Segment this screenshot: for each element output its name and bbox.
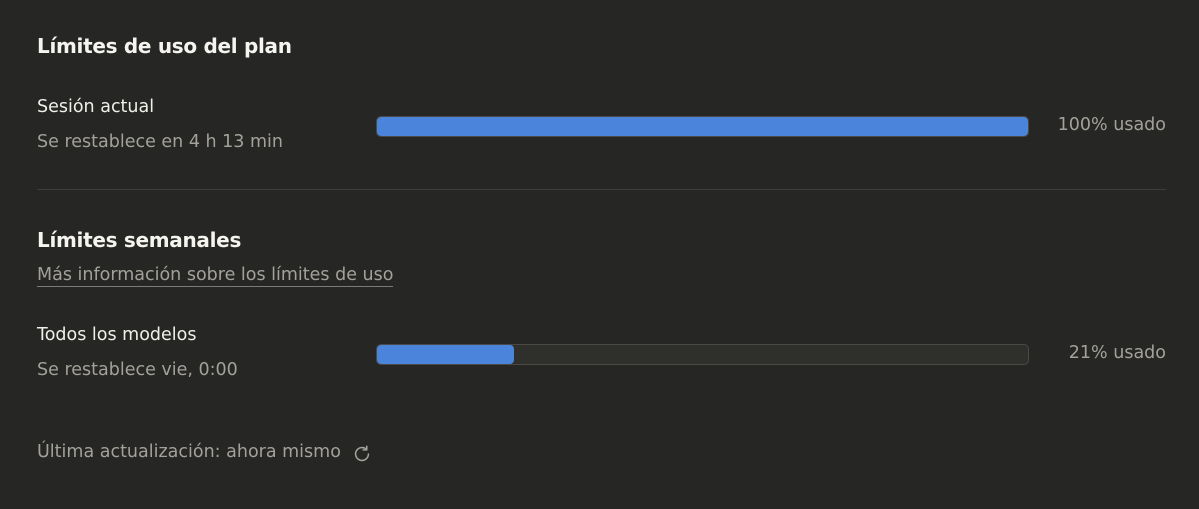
usage-limits-info-link[interactable]: Más información sobre los límites de uso [37, 265, 394, 287]
all-models-usage-fill [377, 345, 514, 364]
session-usage-percent: 100% usado [1057, 115, 1166, 135]
last-updated-text: Última actualización: ahora mismo [37, 442, 341, 462]
all-models-reset-text: Se restablece vie, 0:00 [37, 360, 238, 380]
all-models-label: Todos los modelos [37, 325, 197, 345]
section-divider [37, 189, 1166, 190]
plan-limits-heading: Límites de uso del plan [37, 34, 292, 58]
weekly-limits-heading: Límites semanales [37, 228, 242, 252]
refresh-icon[interactable] [351, 443, 373, 465]
session-label: Sesión actual [37, 97, 155, 117]
session-reset-text: Se restablece en 4 h 13 min [37, 132, 284, 152]
all-models-usage-percent: 21% usado [1068, 343, 1166, 363]
session-usage-bar [376, 116, 1029, 137]
all-models-usage-bar [376, 344, 1029, 365]
usage-limits-panel: Límites de uso del plan Sesión actual Se… [0, 0, 1199, 509]
session-usage-fill [377, 117, 1028, 136]
